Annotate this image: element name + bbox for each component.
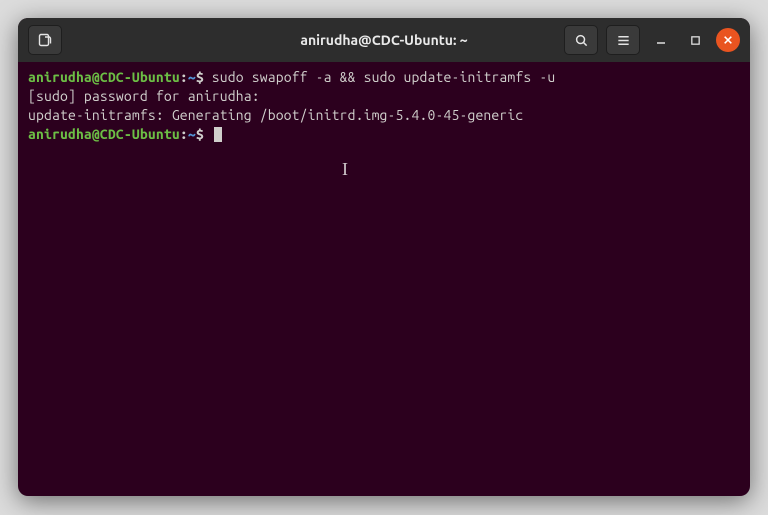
- prompt-userhost: anirudha@CDC-Ubuntu: [28, 69, 180, 85]
- titlebar-left-group: [28, 25, 62, 55]
- search-button[interactable]: [564, 25, 598, 55]
- minimize-button[interactable]: [648, 27, 674, 53]
- new-tab-button[interactable]: [28, 25, 62, 55]
- titlebar-right-group: [564, 25, 740, 55]
- prompt-separator-2: :: [180, 126, 188, 142]
- menu-button[interactable]: [606, 25, 640, 55]
- prompt-symbol-2: $: [196, 126, 212, 142]
- close-icon: [723, 35, 733, 45]
- minimize-icon: [655, 34, 667, 46]
- hamburger-icon: [616, 33, 631, 48]
- prompt-userhost-2: anirudha@CDC-Ubuntu: [28, 126, 180, 142]
- search-icon: [574, 33, 589, 48]
- output-line-1: [sudo] password for anirudha:: [28, 88, 268, 104]
- output-line-2: update-initramfs: Generating /boot/initr…: [28, 107, 523, 123]
- maximize-button[interactable]: [682, 27, 708, 53]
- close-button[interactable]: [716, 28, 740, 52]
- prompt-symbol: $: [196, 69, 212, 85]
- terminal-cursor: [214, 127, 222, 142]
- prompt-path: ~: [188, 69, 196, 85]
- maximize-icon: [690, 35, 701, 46]
- titlebar: anirudha@CDC-Ubuntu: ~: [18, 18, 750, 62]
- prompt-path-2: ~: [188, 126, 196, 142]
- window-title: anirudha@CDC-Ubuntu: ~: [300, 32, 467, 48]
- terminal-content[interactable]: anirudha@CDC-Ubuntu:~$ sudo swapoff -a &…: [18, 62, 750, 150]
- prompt-separator: :: [180, 69, 188, 85]
- new-tab-icon: [37, 32, 53, 48]
- command-line-1: sudo swapoff -a && sudo update-initramfs…: [212, 69, 556, 85]
- terminal-window: anirudha@CDC-Ubuntu: ~: [18, 18, 750, 496]
